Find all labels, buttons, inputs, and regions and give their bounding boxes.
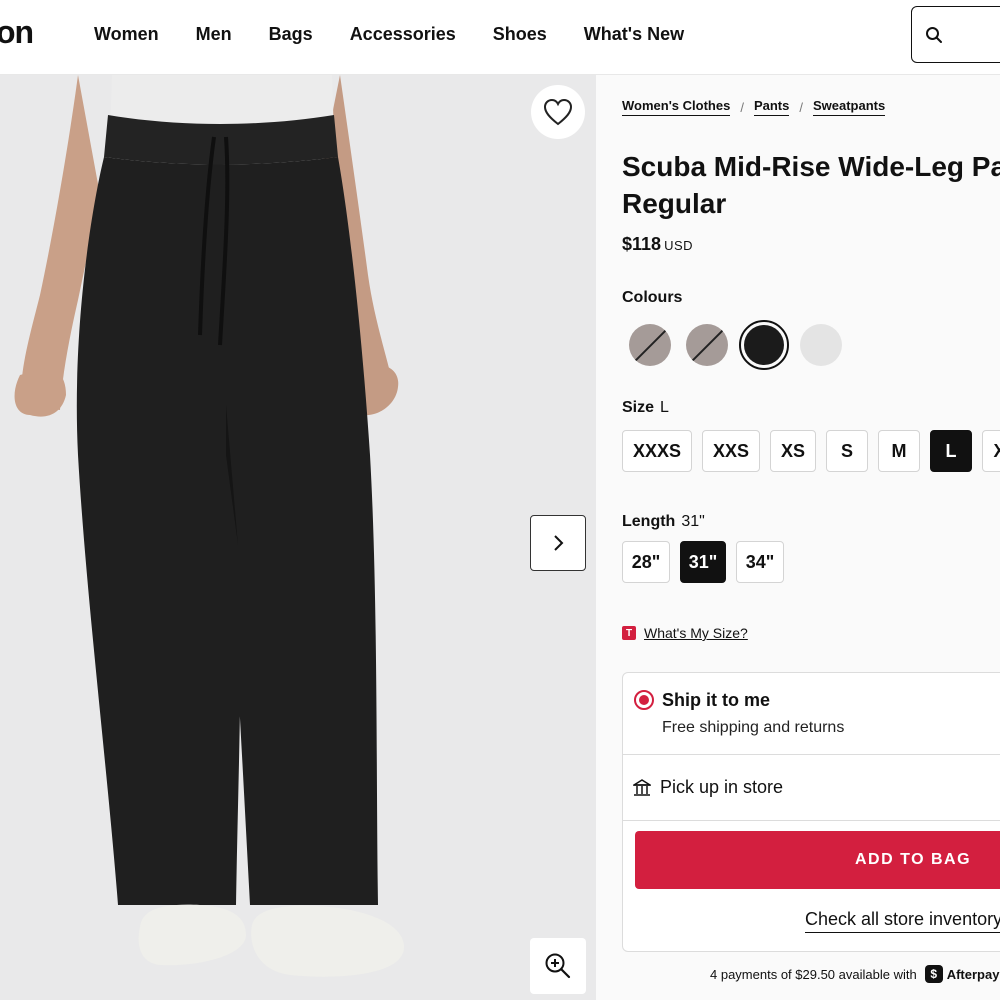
- size-option-m[interactable]: M: [878, 430, 920, 472]
- colours-label: Colours: [622, 289, 683, 306]
- nav-women[interactable]: Women: [94, 24, 159, 45]
- colour-swatch-light-grey[interactable]: [800, 324, 842, 366]
- pickup-option[interactable]: Pick up in store: [623, 755, 1000, 821]
- zoom-button[interactable]: [530, 938, 586, 994]
- size-option-xxs[interactable]: XXS: [702, 430, 760, 472]
- ship-radio-selected[interactable]: [634, 690, 654, 710]
- ship-option-title: Ship it to me: [662, 690, 770, 710]
- heart-icon: [543, 98, 573, 126]
- price-currency: USD: [664, 238, 694, 253]
- product-title: Scuba Mid-Rise Wide-Leg Pant Regular: [622, 151, 1000, 219]
- size-option-xxxs[interactable]: XXXS: [622, 430, 692, 472]
- length-option-31[interactable]: 31": [680, 541, 726, 583]
- search-input[interactable]: [911, 6, 1000, 63]
- ship-option-subtitle: Free shipping and returns: [662, 719, 845, 736]
- add-to-bag-label: ADD TO BAG: [855, 851, 972, 868]
- breadcrumb-womens-clothes[interactable]: Women's Clothes: [622, 98, 731, 116]
- breadcrumb-sweatpants[interactable]: Sweatpants: [812, 98, 886, 116]
- check-store-inventory-link[interactable]: Check all store inventory: [805, 909, 1000, 933]
- colour-swatch-black: [744, 325, 784, 365]
- colour-swatch-sold-out[interactable]: [629, 324, 671, 366]
- next-image-button[interactable]: [530, 515, 586, 571]
- site-header: on Women Men Bags Accessories Shoes What…: [0, 0, 1000, 75]
- breadcrumb: Women's Clothes / Pants / Sweatpants: [622, 98, 886, 116]
- breadcrumb-separator: /: [799, 99, 803, 115]
- length-selected-value: 31": [681, 513, 705, 530]
- pickup-label: Pick up in store: [660, 777, 784, 797]
- afterpay-info: 4 payments of $29.50 available with $ Af…: [710, 965, 999, 983]
- favorite-button[interactable]: [531, 85, 585, 139]
- whats-my-size: T What's My Size?: [622, 625, 748, 641]
- length-label: Length 31": [622, 513, 705, 531]
- afterpay-logo-icon: $: [924, 965, 943, 983]
- size-option-xs[interactable]: XS: [770, 430, 816, 472]
- size-option-xl[interactable]: XL: [982, 430, 1000, 472]
- size-tool-badge: T: [622, 626, 636, 640]
- add-to-bag-button[interactable]: ADD TO BAG: [635, 831, 1000, 889]
- colour-swatch-selected-ring[interactable]: [739, 320, 789, 370]
- search-icon: [926, 27, 942, 43]
- store-icon: [633, 779, 651, 796]
- length-selector: 28" 31" 34": [622, 541, 794, 583]
- ship-it-option[interactable]: Ship it to me Free shipping and returns: [623, 673, 1000, 755]
- nav-bags[interactable]: Bags: [269, 24, 313, 45]
- nav-accessories[interactable]: Accessories: [350, 24, 456, 45]
- zoom-in-icon: [545, 953, 571, 979]
- product-photo: [0, 75, 596, 1000]
- whats-my-size-link[interactable]: What's My Size?: [644, 625, 748, 641]
- size-label-text: Size: [622, 399, 655, 416]
- afterpay-text: 4 payments of $29.50 available with: [710, 966, 917, 982]
- main-nav: Women Men Bags Accessories Shoes What's …: [94, 24, 721, 45]
- fulfilment-card: Ship it to me Free shipping and returns …: [622, 672, 1000, 952]
- product-price: $118 USD: [622, 234, 693, 255]
- price-amount: $118: [622, 234, 662, 254]
- length-label-text: Length: [622, 513, 676, 530]
- colour-swatch-sold-out[interactable]: [686, 324, 728, 366]
- length-option-28[interactable]: 28": [622, 541, 670, 583]
- length-option-34[interactable]: 34": [736, 541, 784, 583]
- size-option-l[interactable]: L: [930, 430, 972, 472]
- afterpay-brand[interactable]: Afterpay: [947, 967, 1000, 982]
- size-selector: XXXS XXS XS S M L XL: [622, 430, 1000, 472]
- brand-logo[interactable]: on: [0, 14, 34, 51]
- chevron-right-icon: [554, 535, 564, 551]
- size-selected-value: L: [660, 399, 669, 416]
- breadcrumb-separator: /: [740, 99, 744, 115]
- nav-whats-new[interactable]: What's New: [584, 24, 684, 45]
- product-details: Women's Clothes / Pants / Sweatpants Scu…: [596, 75, 1000, 1000]
- breadcrumb-pants[interactable]: Pants: [753, 98, 790, 116]
- nav-shoes[interactable]: Shoes: [493, 24, 547, 45]
- colour-swatches: [629, 320, 857, 370]
- size-option-s[interactable]: S: [826, 430, 868, 472]
- product-image[interactable]: [0, 75, 596, 1000]
- size-label: Size L: [622, 399, 669, 417]
- nav-men[interactable]: Men: [196, 24, 232, 45]
